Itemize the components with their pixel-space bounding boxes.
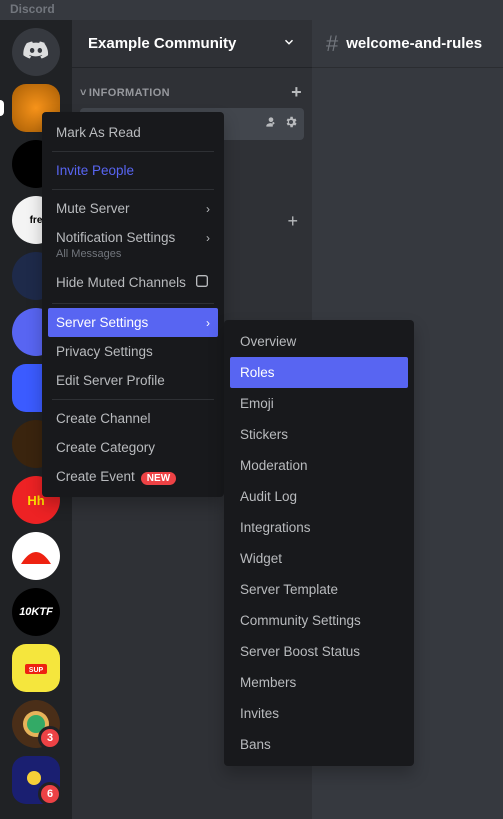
submenu-invites[interactable]: Invites: [230, 698, 408, 729]
server-context-menu: Mark As Read Invite People Mute Server ›…: [42, 112, 224, 497]
gear-icon[interactable]: [284, 115, 298, 133]
new-badge: NEW: [141, 472, 176, 485]
menu-privacy-settings[interactable]: Privacy Settings: [48, 337, 218, 366]
unread-badge: 3: [38, 726, 62, 750]
server-settings-submenu: Overview Roles Emoji Stickers Moderation…: [224, 320, 414, 766]
submenu-community-settings[interactable]: Community Settings: [230, 605, 408, 636]
add-channel-icon[interactable]: +: [287, 211, 298, 232]
server-dropdown[interactable]: Example Community: [72, 20, 312, 68]
chevron-down-icon: [282, 35, 296, 52]
server-icon-12[interactable]: 3: [12, 700, 60, 748]
submenu-emoji[interactable]: Emoji: [230, 388, 408, 419]
submenu-server-template[interactable]: Server Template: [230, 574, 408, 605]
svg-text:SUP: SUP: [29, 667, 44, 674]
create-invite-icon[interactable]: [264, 115, 278, 133]
submenu-members[interactable]: Members: [230, 667, 408, 698]
menu-create-event[interactable]: Create EventNEW: [48, 462, 218, 491]
menu-create-category[interactable]: Create Category: [48, 433, 218, 462]
server-icon-redcap[interactable]: [12, 532, 60, 580]
app-title: Discord: [10, 2, 55, 16]
category-label: INFORMATION: [89, 87, 170, 99]
submenu-integrations[interactable]: Integrations: [230, 512, 408, 543]
submenu-widget[interactable]: Widget: [230, 543, 408, 574]
server-icon-sup[interactable]: SUP: [12, 644, 60, 692]
submenu-overview[interactable]: Overview: [230, 326, 408, 357]
channel-title: welcome-and-rules: [346, 35, 482, 52]
add-channel-icon[interactable]: +: [291, 82, 302, 103]
server-icon-13[interactable]: 6: [12, 756, 60, 804]
chevron-down-icon: ˅: [80, 87, 87, 99]
menu-edit-server-profile[interactable]: Edit Server Profile: [48, 366, 218, 395]
menu-server-settings[interactable]: Server Settings ›: [48, 308, 218, 337]
notification-subtext: All Messages: [48, 248, 218, 266]
menu-invite-people[interactable]: Invite People: [48, 156, 218, 185]
menu-create-channel[interactable]: Create Channel: [48, 404, 218, 433]
server-icon-10ktf[interactable]: 10KTF: [12, 588, 60, 636]
menu-mark-as-read[interactable]: Mark As Read: [48, 118, 218, 147]
checkbox-icon: [194, 273, 210, 292]
submenu-stickers[interactable]: Stickers: [230, 419, 408, 450]
home-button[interactable]: [12, 28, 60, 76]
chat-header: # welcome-and-rules: [312, 20, 503, 68]
submenu-bans[interactable]: Bans: [230, 729, 408, 760]
chevron-right-icon: ›: [206, 202, 210, 216]
submenu-audit-log[interactable]: Audit Log: [230, 481, 408, 512]
server-name: Example Community: [88, 35, 236, 52]
hash-icon: #: [326, 31, 338, 57]
submenu-moderation[interactable]: Moderation: [230, 450, 408, 481]
category-header[interactable]: ˅ INFORMATION +: [72, 68, 312, 107]
unread-badge: 6: [38, 782, 62, 806]
submenu-roles[interactable]: Roles: [230, 357, 408, 388]
menu-hide-muted-channels[interactable]: Hide Muted Channels: [48, 266, 218, 299]
chevron-right-icon: ›: [206, 231, 210, 245]
submenu-server-boost-status[interactable]: Server Boost Status: [230, 636, 408, 667]
menu-mute-server[interactable]: Mute Server ›: [48, 194, 218, 223]
chevron-right-icon: ›: [206, 316, 210, 330]
